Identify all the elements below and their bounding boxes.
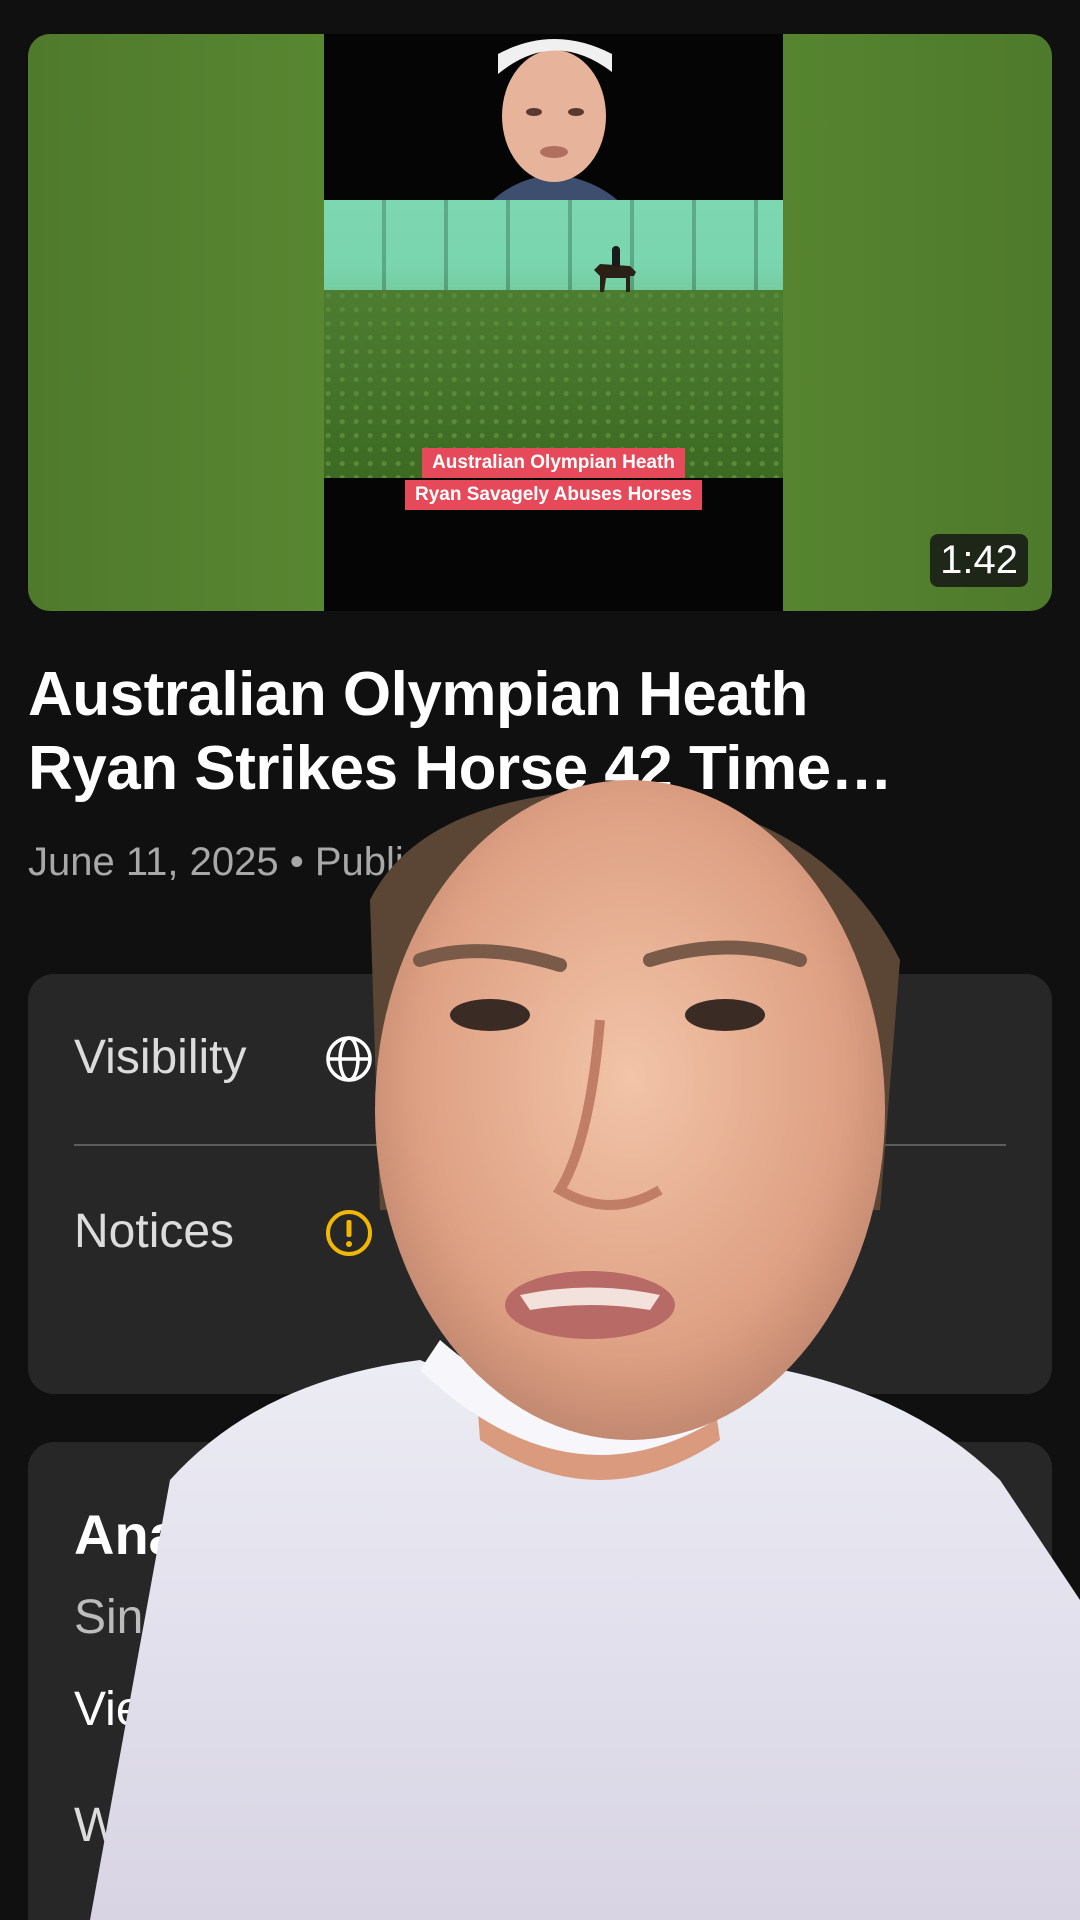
arena-scene — [324, 200, 783, 478]
thumbnail-frame: Australian Olympian Heath Ryan Savagely … — [324, 34, 783, 611]
thumbnail-caption: Australian Olympian Heath Ryan Savagely … — [364, 448, 743, 512]
video-thumbnail[interactable]: Australian Olympian Heath Ryan Savagely … — [28, 34, 1052, 611]
video-title-line-1: Australian Olympian Heath — [28, 660, 808, 729]
horse-rider-image — [594, 246, 636, 292]
caption-line-2: Ryan Savagely Abuses Horses — [404, 480, 703, 510]
duration-badge: 1:42 — [930, 534, 1028, 587]
presenter-overlay-image — [90, 780, 1080, 1920]
video-details-screen: Australian Olympian Heath Ryan Savagely … — [0, 0, 1080, 1920]
caption-line-1: Australian Olympian Heath — [422, 448, 685, 478]
arena-wall — [324, 200, 783, 290]
